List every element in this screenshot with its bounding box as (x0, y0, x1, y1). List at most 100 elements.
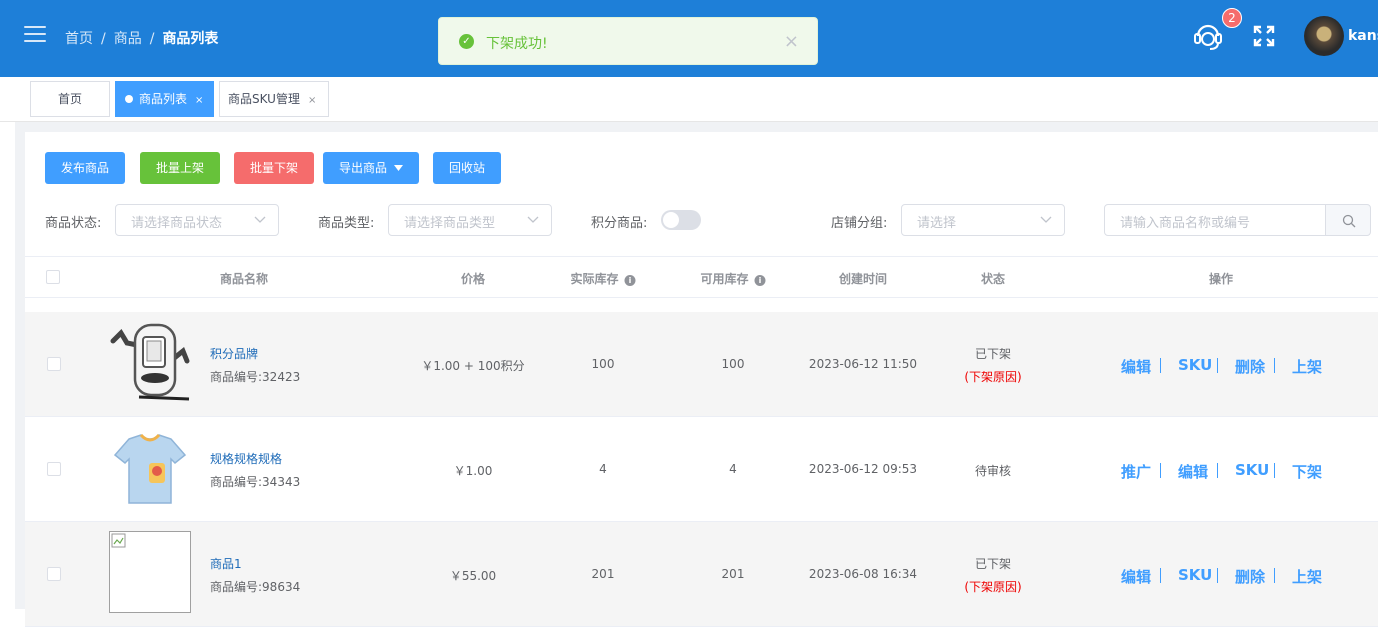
action-divider (1160, 463, 1161, 478)
product-name-link[interactable]: 积分品牌 (210, 345, 258, 362)
list-action[interactable]: 上架 (1292, 566, 1322, 587)
select-all-checkbox[interactable] (46, 270, 60, 284)
tab-goods-list[interactable]: 商品列表 × (115, 81, 214, 117)
action-divider (1274, 463, 1275, 478)
row-checkbox[interactable] (47, 462, 61, 476)
delist-reason-link[interactable]: (下架原因) (964, 368, 1021, 385)
chevron-down-icon (527, 216, 539, 223)
edit-action[interactable]: 编辑 (1178, 461, 1208, 482)
tab-sku-manage[interactable]: 商品SKU管理 × (219, 81, 329, 117)
product-name-link[interactable]: 规格规格规格 (210, 450, 282, 467)
export-goods-button[interactable]: 导出商品 (323, 152, 419, 184)
product-code: 商品编号:98634 (210, 580, 301, 594)
col-created: 创建时间 (838, 272, 888, 286)
col-actions: 操作 (1208, 272, 1234, 286)
created-cell: 2023-06-12 11:50 (808, 357, 918, 371)
caret-down-icon (394, 165, 403, 171)
notification-badge: 2 (1222, 8, 1242, 28)
col-actual-stock: 实际库存 i (570, 270, 636, 287)
recycle-bin-button[interactable]: 回收站 (433, 152, 501, 184)
points-goods-switch[interactable] (661, 210, 701, 230)
type-filter-label: 商品类型: (318, 216, 375, 231)
info-icon[interactable]: i (624, 275, 636, 286)
available-stock-cell: 201 (721, 567, 745, 581)
switch-knob (663, 212, 679, 228)
search-input[interactable]: 请输入商品名称或编号 (1104, 204, 1326, 236)
tshirt-product-image[interactable] (109, 429, 191, 511)
action-divider (1217, 463, 1218, 478)
hamburger-menu-icon[interactable] (24, 26, 46, 44)
chevron-down-icon (1040, 216, 1052, 223)
tabs-bar: 首页 商品列表 × 商品SKU管理 × (0, 77, 1378, 122)
delist-reason-link[interactable]: (下架原因) (964, 578, 1021, 595)
price-cell: ￥55.00 (449, 569, 497, 583)
action-divider (1160, 358, 1161, 373)
breadcrumb-home[interactable]: 首页 (65, 31, 93, 47)
product-name-link[interactable]: 商品1 (210, 555, 242, 572)
active-dot-icon (125, 95, 133, 103)
publish-goods-button[interactable]: 发布商品 (45, 152, 125, 184)
breadcrumb-goods[interactable]: 商品 (114, 31, 142, 47)
action-divider (1274, 358, 1275, 373)
status-cell: 已下架 (974, 347, 1012, 361)
promote-action[interactable]: 推广 (1121, 461, 1151, 482)
user-avatar[interactable] (1304, 16, 1344, 56)
action-divider (1217, 568, 1218, 583)
username[interactable]: kans (1348, 28, 1378, 44)
info-icon[interactable]: i (754, 275, 766, 286)
list-action[interactable]: 上架 (1292, 356, 1322, 377)
row-checkbox[interactable] (47, 357, 61, 371)
breadcrumb-current: 商品列表 (162, 31, 219, 47)
created-cell: 2023-06-12 09:53 (808, 462, 918, 476)
sku-action[interactable]: SKU (1178, 356, 1212, 374)
toast-message: 下架成功! (486, 36, 548, 52)
status-select[interactable]: 请选择商品状态 (115, 204, 279, 236)
robot-product-image[interactable] (109, 321, 191, 403)
status-cell: 已下架 (974, 557, 1012, 571)
sku-action[interactable]: SKU (1235, 461, 1269, 479)
success-toast: ✓ 下架成功! × (438, 17, 818, 65)
action-divider (1160, 568, 1161, 583)
table-row: 规格规格规格 商品编号:34343 ￥1.00 4 4 2023-06-12 0… (25, 417, 1378, 522)
batch-delist-button[interactable]: 批量下架 (234, 152, 314, 184)
col-status: 状态 (980, 272, 1006, 286)
sku-action[interactable]: SKU (1178, 566, 1212, 584)
group-filter-label: 店铺分组: (831, 216, 888, 231)
group-select[interactable]: 请选择 (901, 204, 1065, 236)
customer-service-icon[interactable] (1191, 20, 1225, 52)
table-row: 商品1 商品编号:98634 ￥55.00 201 201 2023-06-08… (25, 522, 1378, 627)
status-filter-label: 商品状态: (45, 216, 102, 231)
tab-close-icon[interactable]: × (308, 95, 316, 106)
batch-list-button[interactable]: 批量上架 (140, 152, 220, 184)
breadcrumb: 首页 / 商品 / 商品列表 (65, 31, 219, 47)
col-name: 商品名称 (219, 272, 269, 286)
row-checkbox[interactable] (47, 567, 61, 581)
broken-image-icon[interactable] (109, 531, 191, 613)
edit-action[interactable]: 编辑 (1121, 566, 1151, 587)
col-price: 价格 (460, 272, 486, 286)
edit-action[interactable]: 编辑 (1121, 356, 1151, 377)
action-divider (1217, 358, 1218, 373)
search-button[interactable] (1325, 204, 1371, 236)
product-code: 商品编号:32423 (210, 370, 301, 384)
tab-home[interactable]: 首页 (30, 81, 110, 117)
top-header: 首页/商品/商品列表 ✓ 下架成功! × 2 kans (0, 0, 1378, 77)
close-icon[interactable]: × (784, 31, 799, 52)
type-select[interactable]: 请选择商品类型 (388, 204, 552, 236)
points-filter-label: 积分商品: (591, 216, 648, 231)
status-cell: 待审核 (974, 464, 1012, 478)
search-icon (1342, 214, 1356, 228)
col-available-stock: 可用库存 i (700, 270, 766, 287)
actual-stock-cell: 100 (591, 357, 615, 371)
available-stock-cell: 4 (729, 462, 737, 476)
actual-stock-cell: 201 (591, 567, 615, 581)
tab-close-icon[interactable]: × (195, 95, 203, 106)
delist-action[interactable]: 下架 (1292, 461, 1322, 482)
delete-action[interactable]: 删除 (1235, 566, 1265, 587)
available-stock-cell: 100 (721, 357, 745, 371)
table-row: 积分品牌 商品编号:32423 ￥1.00 + 100积分 100 100 20… (25, 312, 1378, 417)
delete-action[interactable]: 删除 (1235, 356, 1265, 377)
fullscreen-icon[interactable] (1253, 25, 1275, 47)
action-divider (1274, 568, 1275, 583)
product-code: 商品编号:34343 (210, 475, 301, 489)
